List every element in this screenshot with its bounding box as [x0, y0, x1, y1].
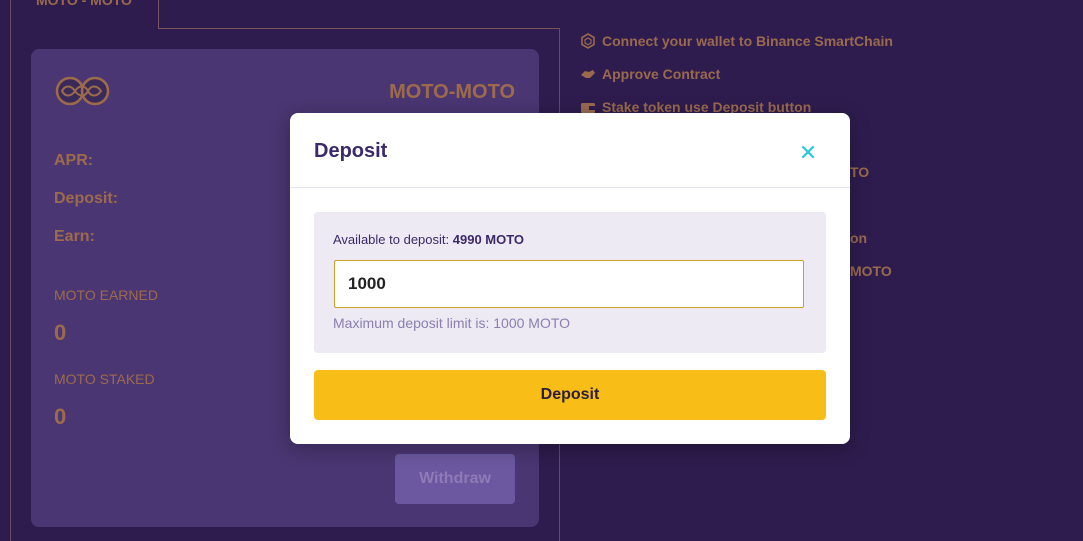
moto-logo-icon	[55, 76, 110, 106]
close-button[interactable]	[798, 141, 818, 163]
close-icon	[802, 146, 814, 158]
modal-title: Deposit	[314, 140, 388, 162]
available-amount: 4990 MOTO	[452, 232, 525, 247]
frame-line-top	[158, 28, 560, 29]
deposit-modal: Deposit Available to deposit: 4990 MOTO …	[290, 113, 850, 444]
pool-title: MOTO-MOTO	[389, 81, 515, 103]
step-connect-wallet: Connect your wallet to Binance SmartChai…	[580, 33, 893, 49]
step-approve-label: Approve Contract	[602, 66, 721, 82]
step-text-fragment: on	[850, 230, 868, 246]
handshake-icon	[581, 70, 595, 78]
deposit-panel: Available to deposit: 4990 MOTO Maximum …	[314, 212, 826, 353]
staked-label: MOTO STAKED	[54, 371, 155, 387]
pool-tab[interactable]: MOTO - MOTO	[36, 0, 132, 8]
deposit-amount-input[interactable]	[334, 260, 804, 308]
step-connect-label: Connect your wallet to Binance SmartChai…	[602, 33, 893, 49]
frame-line-left	[10, 0, 11, 541]
available-to-deposit: Available to deposit: 4990 MOTO	[333, 232, 524, 247]
step-approve-contract: Approve Contract	[580, 66, 720, 82]
deposit-limit-text: Maximum deposit limit is: 1000 MOTO	[333, 315, 571, 331]
modal-header: Deposit	[290, 113, 850, 188]
withdraw-button[interactable]: Withdraw	[395, 454, 515, 504]
step-text-fragment: MOTO	[850, 263, 892, 279]
earn-label: Earn:	[54, 228, 95, 245]
step-text-fragment: TO	[850, 164, 870, 180]
available-prefix: Available to deposit:	[333, 232, 450, 247]
deposit-button[interactable]: Deposit	[314, 370, 826, 420]
frame-tab-edge	[158, 0, 159, 28]
earned-label: MOTO EARNED	[54, 287, 158, 303]
hexagon-icon	[581, 33, 595, 49]
earned-value: 0	[54, 320, 67, 345]
staked-value: 0	[54, 404, 67, 429]
deposit-label: Deposit:	[54, 190, 118, 207]
apr-label: APR:	[54, 152, 94, 169]
